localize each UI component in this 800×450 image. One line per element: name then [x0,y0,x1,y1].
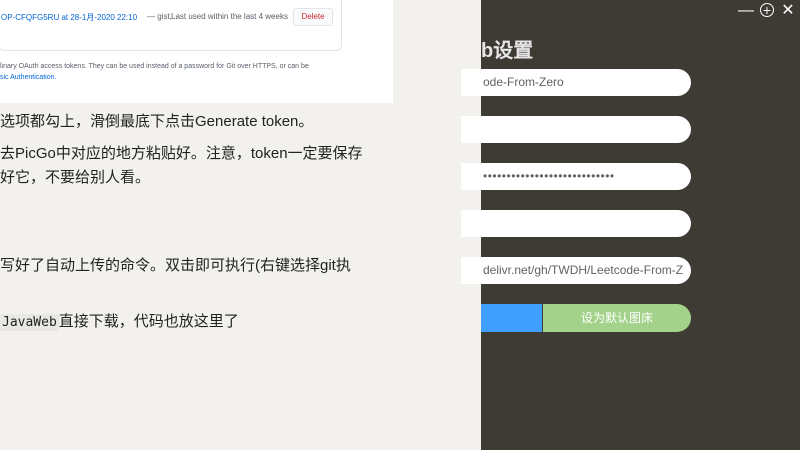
repo-input[interactable]: ode-From-Zero [461,69,691,96]
picgo-settings-panel: — + ✕ b设置 ode-From-Zero ••••••••••••••••… [461,0,800,450]
plus-glyph: + [760,3,774,17]
paragraph-upload-command: 写好了自动上传的命令。双击即可执行(右键选择git执 [0,257,351,274]
close-icon[interactable]: ✕ [779,2,797,20]
paragraph-keep-token: 好它，不要给别人看。 [0,169,151,186]
token-note-line1: linary OAuth access tokens. They can be … [0,63,309,70]
custom-domain-input[interactable]: delivr.net/gh/TWDH/Leetcode-From-Z [461,257,691,284]
token-name-link[interactable]: OP-CFQFG5RU at 28-1月-2020 22:10 [1,12,137,23]
path-input[interactable] [461,210,691,237]
github-token-screenshot: OP-CFQFG5RU at 28-1月-2020 22:10 — gist, … [0,0,393,103]
confirm-button[interactable] [481,304,542,332]
inline-code: JavaWeb [0,314,59,331]
article-area: OP-CFQFG5RU at 28-1月-2020 22:10 — gist, … [0,0,481,450]
token-last-used: Last used within the last 4 weeks [171,12,288,21]
plus-circle-icon[interactable]: + [758,2,776,20]
paragraph-download: JavaWeb 直接下载，代码也放这里了 [0,310,239,335]
token-note-link[interactable]: sic Authentication. [0,74,56,81]
token-input[interactable]: •••••••••••••••••••••••••••• [461,163,691,190]
panel-title: b设置 [481,40,534,62]
token-card: OP-CFQFG5RU at 28-1月-2020 22:10 — gist, … [0,0,342,51]
paragraph-generate-token: 选项都勾上，滑倒最底下点击Generate token。 [0,113,314,130]
paragraph-download-text: 直接下载，代码也放这里了 [58,313,239,330]
delete-token-button[interactable]: Delete [293,8,333,26]
token-scope: — gist, [147,12,172,21]
set-default-button[interactable]: 设为默认图床 [543,304,691,332]
branch-input[interactable] [461,116,691,143]
minimize-icon[interactable]: — [737,2,755,20]
paragraph-paste-token: 去PicGo中对应的地方粘贴好。注意，token一定要保存 [0,145,363,162]
